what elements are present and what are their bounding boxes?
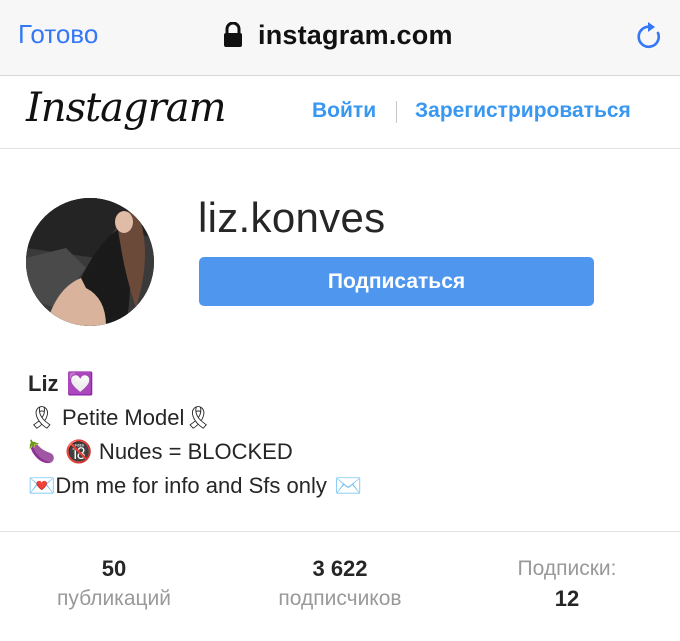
stat-following[interactable]: Подписки: 12 bbox=[467, 554, 667, 614]
stat-posts: 50 публикаций bbox=[14, 554, 214, 614]
followers-label: подписчиков bbox=[278, 587, 402, 610]
browser-toolbar: Готово instagram.com bbox=[0, 0, 680, 76]
instagram-logo[interactable]: Instagram bbox=[26, 85, 227, 131]
profile-stats: 50 публикаций 3 622 подписчиков Подписки… bbox=[0, 531, 680, 641]
bio-full-name: Liz bbox=[28, 371, 59, 396]
lock-icon bbox=[224, 22, 242, 47]
signup-link[interactable]: Зарегистрироваться bbox=[415, 99, 631, 123]
bio-line-2: 🎗 Petite Model 🎗 bbox=[28, 401, 362, 435]
avatar-photo bbox=[26, 198, 154, 326]
ribbon-emoji-icon: 🎗 bbox=[28, 405, 56, 430]
posts-label: публикаций bbox=[57, 587, 171, 610]
eggplant-emoji-icon: 🍆 bbox=[28, 439, 56, 464]
posts-count: 50 bbox=[101, 556, 127, 581]
following-label: Подписки: bbox=[517, 557, 617, 580]
address-bar[interactable]: instagram.com bbox=[222, 17, 453, 53]
following-count: 12 bbox=[554, 586, 580, 611]
done-button[interactable]: Готово bbox=[18, 19, 98, 50]
instagram-header: Instagram Войти Зарегистрироваться bbox=[0, 77, 680, 149]
no-under-18-emoji-icon: 🔞 bbox=[65, 439, 93, 464]
profile-avatar[interactable] bbox=[26, 198, 154, 326]
profile-username: liz.konves bbox=[198, 194, 386, 241]
bio-line-3: 🍆 🔞 Nudes = BLOCKED bbox=[28, 435, 362, 469]
profile-bio: Liz 💟 🎗 Petite Model 🎗 🍆 🔞 Nudes = BLOCK… bbox=[28, 367, 362, 503]
bio-text-3: Nudes = BLOCKED bbox=[92, 439, 293, 464]
love-letter-emoji-icon: 💌 bbox=[28, 473, 56, 498]
bio-text-4: Dm me for info and Sfs only bbox=[55, 473, 327, 498]
bio-text-2: Petite Model bbox=[55, 405, 185, 430]
header-separator bbox=[396, 101, 397, 123]
url-text: instagram.com bbox=[258, 19, 453, 50]
heart-emoji-icon: 💟 bbox=[66, 371, 94, 396]
stat-followers[interactable]: 3 622 подписчиков bbox=[240, 554, 440, 614]
reload-icon[interactable] bbox=[634, 20, 664, 52]
followers-count: 3 622 bbox=[312, 556, 368, 581]
ribbon-emoji-icon: 🎗 bbox=[184, 405, 213, 430]
envelope-emoji-icon: ✉️ bbox=[334, 473, 363, 498]
bio-line-4: 💌 Dm me for info and Sfs only ✉️ bbox=[28, 469, 362, 503]
login-link[interactable]: Войти bbox=[312, 99, 376, 123]
follow-button[interactable]: Подписаться bbox=[199, 257, 594, 306]
bio-line-name: Liz 💟 bbox=[28, 367, 362, 401]
